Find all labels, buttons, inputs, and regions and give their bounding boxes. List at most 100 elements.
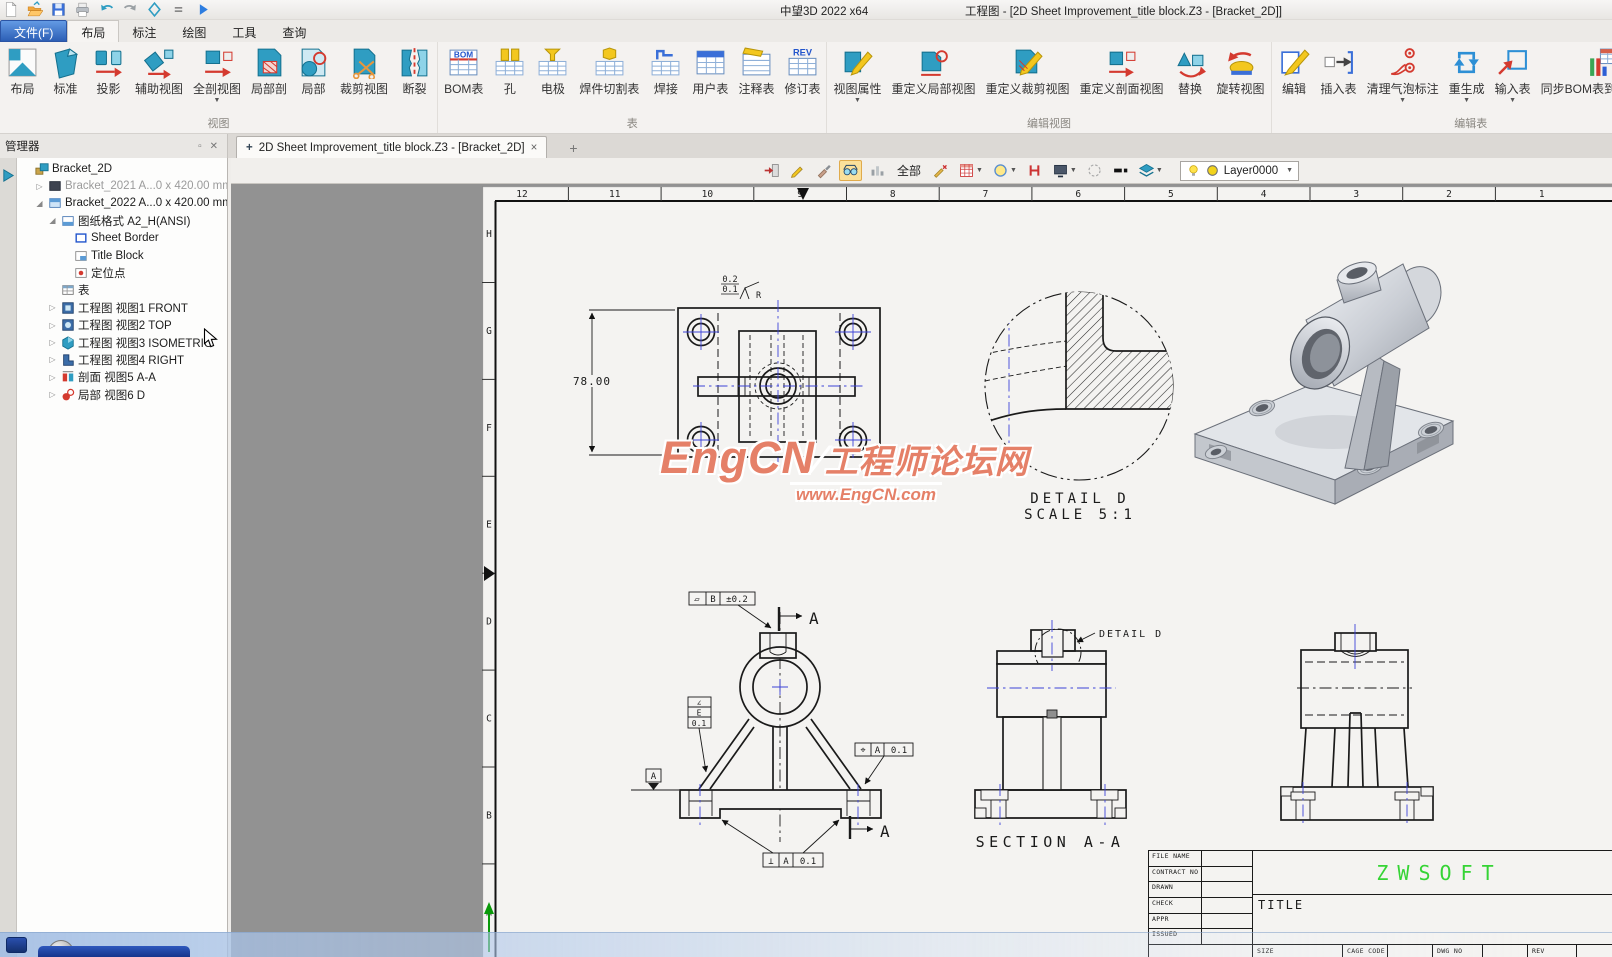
ribbon-button[interactable]: 辅助视图▼ [130,42,188,106]
taskbar-app-icon[interactable] [6,937,27,953]
tree-expander-icon[interactable]: ▷ [47,321,58,330]
menu-tab[interactable]: 布局 [67,20,119,42]
tree-item[interactable]: ▷ 剖面 视图5 A-A [17,369,227,386]
panel-float-icon[interactable]: ▫ [194,141,206,152]
ribbon-button[interactable]: 孔▼ [488,42,531,106]
tree-item[interactable]: Title Block [17,247,227,264]
ribbon-button[interactable]: 布局▼ [1,42,44,106]
tree-expander-icon[interactable]: ◢ [34,199,45,208]
qat-button-icon[interactable] [2,1,19,18]
ribbon-button[interactable]: 注释表▼ [733,42,779,106]
file-menu-button[interactable]: 文件(F) [0,20,67,42]
ribbon-button[interactable]: 重定义剖面视图▼ [1075,42,1169,106]
tree-item[interactable]: ▷ Bracket_2021 A...0 x 420.00 mm) [17,177,227,194]
datum-a-flag[interactable]: A [631,769,679,790]
tree-item[interactable]: ◢ Bracket_2022 A...0 x 420.00 mm) [17,195,227,212]
ribbon-button[interactable]: 旋转视图▼ [1212,42,1270,106]
ribbon-button[interactable]: 投影▼ [87,42,130,106]
qat-button-icon[interactable] [170,1,187,18]
canvas-tool-button[interactable]: ▼ [839,160,862,181]
ribbon-button[interactable]: 局部剖▼ [246,42,292,106]
ribbon-button[interactable]: 断裂▼ [393,42,436,106]
tree-expander-icon[interactable]: ▷ [47,390,58,399]
canvas-tool-button[interactable]: ▼ [956,160,985,181]
qat-button-icon[interactable] [26,1,43,18]
tree-expander-icon[interactable]: ▷ [47,373,58,382]
tree-item[interactable]: 定位点 [17,264,227,281]
ribbon-button[interactable]: 全剖视图▼ [188,42,246,106]
fcf-flatness[interactable]: ▱ B ±0.2 [689,592,771,628]
qat-button-icon[interactable] [98,1,115,18]
menu-tab[interactable]: 工具 [219,20,269,42]
view-section-aa[interactable]: DETAIL D SECTION A-A [975,620,1163,851]
ribbon-button[interactable]: 输入表▼ [1490,42,1536,106]
tree-item[interactable]: 表 [17,282,227,299]
drawing-sheet[interactable]: .ol{fill:none;stroke:#1a1a1a;stroke-widt… [482,186,1612,957]
qat-button-icon[interactable] [194,1,211,18]
tree-item[interactable]: ◢ 图纸格式 A2_H(ANSI) [17,212,227,229]
layer-selector[interactable]: Layer0000 ▼ [1180,161,1299,181]
tree-expander-icon[interactable]: ◢ [47,216,58,225]
ribbon-button[interactable]: 裁剪视图▼ [335,42,393,106]
tree-item[interactable]: ▷ 局部 视图6 D [17,386,227,403]
panel-close-icon[interactable]: ✕ [206,141,222,152]
tree-item[interactable]: ▷ 工程图 视图3 ISOMETRIC [17,334,227,351]
canvas-tool-button[interactable]: ▼ [1136,160,1165,181]
ribbon-button[interactable]: 重生成▼ [1444,42,1490,106]
ribbon-button[interactable]: 重定义裁剪视图▼ [981,42,1075,106]
ribbon-button[interactable]: 插入表▼ [1316,42,1362,106]
qat-button-icon[interactable] [122,1,139,18]
ribbon-button[interactable]: REV修订表▼ [779,42,825,106]
menu-tab[interactable]: 绘图 [169,20,219,42]
new-tab-button[interactable]: + [561,140,585,158]
canvas-tool-button[interactable]: ▼ [930,160,951,181]
qat-button-icon[interactable] [50,1,67,18]
ribbon-button[interactable]: 焊接▼ [644,42,687,106]
fcf-angularity[interactable]: ∠ E 0.1 [688,697,711,772]
ribbon-button[interactable]: BOMBOM表▼ [439,42,488,106]
tree-expander-icon[interactable]: ▷ [47,338,58,347]
ribbon-button[interactable]: 重定义局部视图▼ [886,42,980,106]
ribbon-button[interactable]: 标准▼ [44,42,87,106]
canvas-tool-button[interactable]: ▼ [1050,160,1079,181]
fcf-position[interactable]: ⌖ A 0.1 [855,743,913,784]
tree-item[interactable]: ▷ 工程图 视图4 RIGHT [17,351,227,368]
tree-expander-icon[interactable]: ▷ [47,303,58,312]
canvas-tool-button[interactable]: ▼ [787,160,808,181]
canvas-tool-button[interactable]: ▼ [1110,160,1131,181]
qat-button-icon[interactable] [74,1,91,18]
canvas-tool-button[interactable]: ▼ [990,160,1019,181]
view-right[interactable] [1281,624,1433,826]
canvas-tool-button[interactable]: 全部▼ [893,160,925,181]
canvas-tool-button[interactable]: ▼ [813,160,834,181]
view-front[interactable]: A A ▱ B ±0.2 [631,592,913,867]
ribbon-button[interactable]: 替换▼ [1169,42,1212,106]
ribbon-button[interactable]: 视图属性▼ [828,42,886,106]
tree-expander-icon[interactable]: ▷ [47,355,58,364]
ribbon-button[interactable]: 编辑▼ [1273,42,1316,106]
menu-tab[interactable]: 查询 [269,20,319,42]
canvas-tool-button[interactable]: ▼ [1084,160,1105,181]
ribbon-button[interactable]: 同步BOM表到零件属性▼ [1536,42,1612,106]
view-isometric[interactable] [1195,258,1453,504]
tab-close-icon[interactable]: × [531,142,538,154]
tree-expander-icon[interactable]: ▷ [34,182,45,191]
ribbon-button[interactable]: 电极▼ [531,42,574,106]
windows-taskbar[interactable] [0,932,1612,957]
tree-item[interactable]: Sheet Border [17,230,227,247]
document-tab[interactable]: + 2D Sheet Improvement_title block.Z3 - … [236,136,547,158]
ribbon-button[interactable]: 用户表▼ [687,42,733,106]
menu-tab[interactable]: 标注 [119,20,169,42]
canvas-tool-button[interactable]: ▼ [867,160,888,181]
tree-item[interactable]: ▷ 工程图 视图2 TOP [17,317,227,334]
fcf-perpendicularity[interactable]: ⊥ A 0.1 [722,820,839,867]
ribbon-button[interactable]: 焊件切割表▼ [574,42,644,106]
ribbon-button[interactable]: 清理气泡标注▼ [1362,42,1444,106]
qat-button-icon[interactable] [146,1,163,18]
canvas-tool-button[interactable]: ▼ [761,160,782,181]
drawing-canvas[interactable]: ▼▼▼▼▼全部▼▼▼▼▼▼▼▼▼ Layer0000 ▼ [228,158,1612,957]
tree-item[interactable]: Bracket_2D [17,160,227,177]
ribbon-button[interactable]: 局部▼ [292,42,335,106]
canvas-tool-button[interactable]: ▼ [1024,160,1045,181]
tree-item[interactable]: ▷ 工程图 视图1 FRONT [17,299,227,316]
